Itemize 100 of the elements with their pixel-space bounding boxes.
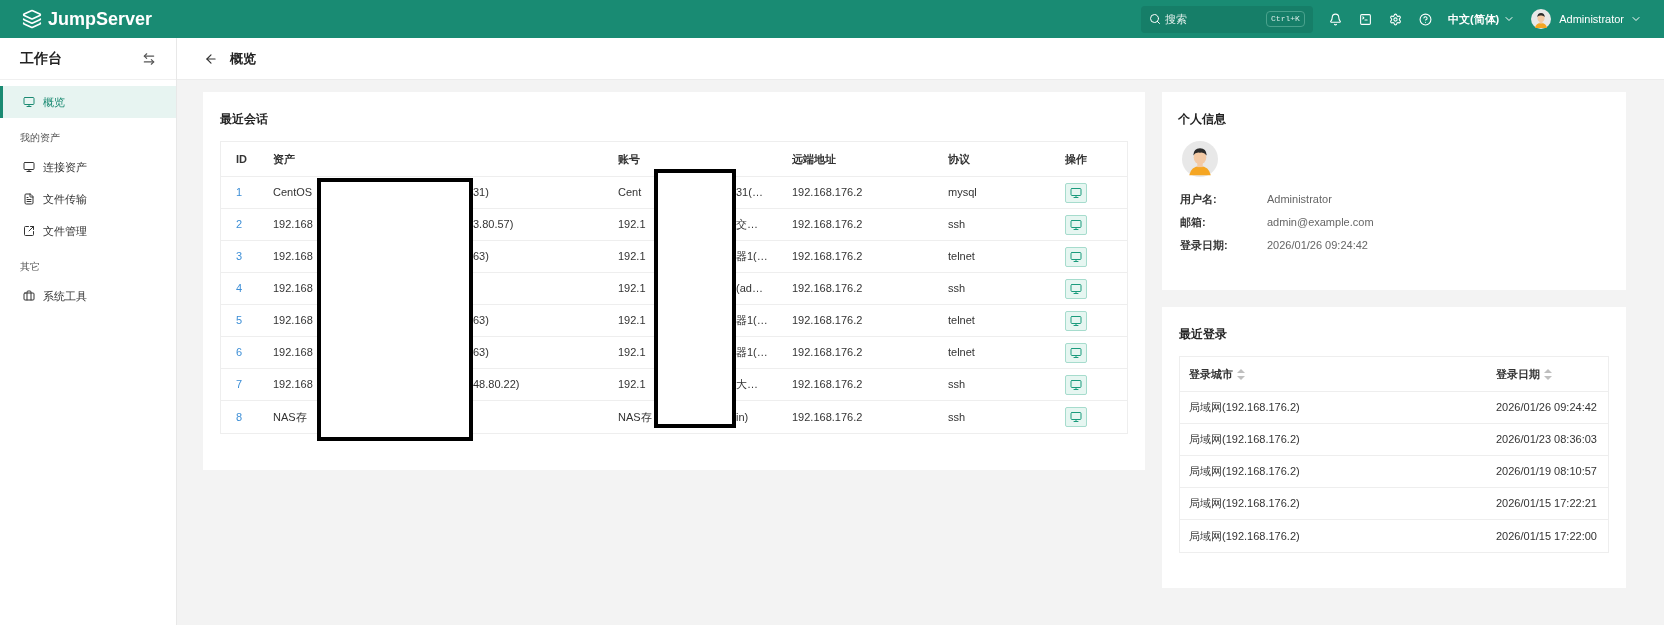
bell-icon[interactable]	[1328, 12, 1342, 26]
table-cell-text: 31(…	[736, 185, 763, 201]
field-value: 2026/01/26 09:24:42	[1267, 237, 1368, 253]
session-id-link[interactable]: 2	[221, 216, 273, 233]
connect-button[interactable]	[1065, 407, 1087, 427]
table-cell-text: 局域网(192.168.176.2)	[1188, 464, 1301, 480]
table-cell-text: 2026/01/26 09:24:42	[1495, 400, 1598, 416]
table-cell-text: 63)	[473, 249, 489, 265]
card-title: 最近会话	[220, 111, 269, 128]
briefcase-icon	[23, 290, 35, 302]
table-cell-text: 局域网(192.168.176.2)	[1188, 400, 1301, 416]
terminal-icon[interactable]	[1358, 12, 1372, 26]
table-cell-text: 192.168.176.2	[792, 185, 864, 201]
search-input[interactable]: 搜索	[1164, 10, 1263, 28]
table-cell-text: 192.1	[618, 313, 647, 329]
sidebar-item[interactable]: 连接资产	[0, 151, 176, 183]
table-cell-text: 192.168.176.2	[792, 377, 864, 393]
table-cell-text: 192.168	[273, 281, 314, 297]
table-cell-text: telnet	[948, 249, 976, 265]
table-cell-text: 局域网(192.168.176.2)	[1188, 496, 1301, 512]
document-icon	[23, 193, 35, 205]
table-cell-text: 192.168.176.2	[792, 409, 864, 425]
column-header: 远端地址	[792, 151, 837, 167]
field-label: 登录日期:	[1180, 237, 1229, 253]
table-cell-text: NAS存	[618, 409, 653, 425]
connect-button[interactable]	[1065, 278, 1087, 299]
monitor-icon	[23, 161, 35, 173]
field-label: 邮箱:	[1180, 214, 1207, 230]
language-selector[interactable]: 中文(简体)	[1447, 10, 1516, 28]
sort-icon[interactable]	[1544, 368, 1552, 380]
table-cell-text: NAS存	[273, 409, 308, 425]
table-cell-text: mysql	[948, 185, 978, 201]
table-cell-text: CentOS	[273, 185, 314, 201]
table-cell-text: 局域网(192.168.176.2)	[1188, 528, 1301, 544]
help-icon[interactable]	[1418, 12, 1432, 26]
table-cell-text: 63)	[473, 345, 489, 361]
field-value: admin@example.com	[1267, 214, 1374, 230]
column-header: 账号	[618, 151, 641, 167]
connect-button[interactable]	[1065, 182, 1087, 203]
connect-button[interactable]	[1065, 214, 1087, 235]
logo-icon	[22, 9, 42, 29]
workspace-title: 工作台	[20, 49, 62, 68]
session-id-link[interactable]: 3	[221, 248, 273, 265]
sidebar-item[interactable]: 系统工具	[0, 280, 176, 312]
table-cell-text: 器1(…	[736, 345, 768, 361]
table-cell-text: 3.80.57)	[473, 217, 514, 233]
menu-group-label: 其它	[19, 260, 41, 274]
table-cell-text: 192.168.176.2	[792, 217, 864, 233]
table-cell-text: 192.1	[618, 249, 647, 265]
monitor-icon	[1070, 314, 1082, 327]
monitor-icon	[23, 96, 35, 108]
table-cell-text: 2026/01/23 08:36:03	[1495, 432, 1598, 448]
session-id-link[interactable]: 7	[221, 376, 273, 393]
table-cell-text: 2026/01/15 17:22:21	[1495, 496, 1598, 512]
table-cell-text: ssh	[948, 281, 967, 297]
table-cell-text: telnet	[948, 313, 976, 329]
table-cell-text: 192.1	[618, 345, 647, 361]
monitor-icon	[1070, 186, 1082, 199]
table-cell-text: 63)	[473, 313, 489, 329]
column-header: 操作	[1065, 151, 1088, 167]
table-cell-text: 局域网(192.168.176.2)	[1188, 432, 1301, 448]
table-cell-text: 2026/01/19 08:10:57	[1495, 464, 1598, 480]
back-arrow-icon[interactable]	[204, 51, 218, 66]
table-cell-text: 192.168.176.2	[792, 313, 864, 329]
card-title: 最近登录	[1179, 326, 1228, 343]
sort-icon[interactable]	[1237, 368, 1245, 380]
sidebar-item[interactable]: 概览	[0, 86, 176, 118]
switch-icon[interactable]	[142, 51, 156, 66]
column-header: 登录城市	[1189, 366, 1233, 382]
monitor-icon	[1070, 346, 1082, 359]
card-title: 个人信息	[1178, 111, 1227, 128]
table-cell-text: 大…	[736, 377, 758, 393]
session-id-link[interactable]: 1	[221, 184, 273, 201]
table-cell-text: 192.1	[618, 281, 647, 297]
user-avatar	[1531, 9, 1552, 29]
monitor-icon	[1070, 250, 1082, 263]
connect-button[interactable]	[1065, 374, 1087, 395]
column-header: 资产	[273, 151, 296, 167]
table-cell-text: 192.168.176.2	[792, 345, 864, 361]
column-header: 协议	[948, 151, 971, 167]
search-field[interactable]: 搜索 Ctrl+K	[1140, 5, 1313, 33]
session-id-link[interactable]: 5	[221, 312, 273, 329]
session-id-link[interactable]: 4	[221, 280, 273, 297]
session-id-link[interactable]: 6	[221, 344, 273, 361]
sidebar-item[interactable]: 文件管理	[0, 215, 176, 247]
sidebar-item[interactable]: 文件传输	[0, 183, 176, 215]
session-id-link[interactable]: 8	[221, 408, 273, 426]
table-cell-text: (ad…	[736, 281, 763, 297]
shortcut-hint: Ctrl+K	[1266, 11, 1305, 27]
profile-avatar	[1182, 141, 1218, 177]
table-cell-text: Cent	[618, 185, 643, 201]
connect-button[interactable]	[1065, 310, 1087, 331]
table-cell-text: 器1(…	[736, 249, 768, 265]
connect-button[interactable]	[1065, 342, 1087, 363]
settings-icon[interactable]	[1388, 12, 1402, 26]
monitor-icon	[1070, 411, 1082, 423]
table-cell-text: 器1(…	[736, 313, 768, 329]
connect-button[interactable]	[1065, 246, 1087, 267]
user-menu[interactable]: Administrator	[1559, 10, 1642, 28]
table-cell-text: in)	[736, 409, 749, 425]
